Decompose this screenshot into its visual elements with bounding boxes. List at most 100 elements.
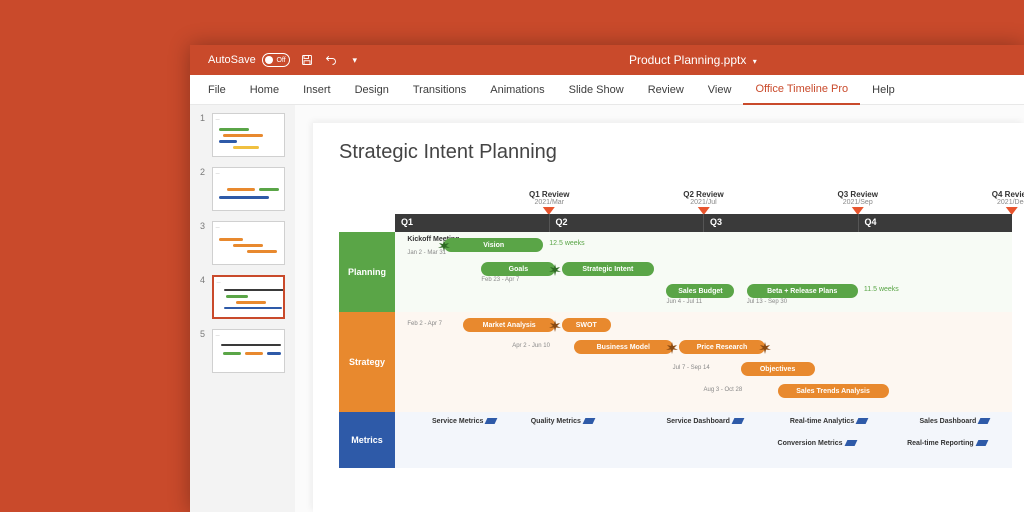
- tab-review[interactable]: Review: [636, 75, 696, 105]
- date-range: Feb 23 - Apr 7: [481, 277, 519, 283]
- slide-thumbnail[interactable]: —: [212, 167, 285, 211]
- tab-design[interactable]: Design: [343, 75, 401, 105]
- task-bar[interactable]: Market Analysis: [463, 318, 556, 332]
- thumb-number: 5: [200, 329, 206, 339]
- qat-dropdown-icon[interactable]: ▾: [348, 53, 362, 67]
- toggle-state: Off: [276, 57, 285, 64]
- undo-icon[interactable]: [324, 53, 338, 67]
- swimlane-label: Planning: [339, 232, 395, 312]
- quarter-cell: Q4: [859, 214, 1013, 232]
- date-range: Apr 2 - Jun 10: [512, 343, 550, 349]
- tab-animations[interactable]: Animations: [478, 75, 556, 105]
- swimlane-planning: Planning Kickoff Meeting Vision 12.5 wee…: [339, 232, 1012, 312]
- metric-item: Service Metrics: [432, 418, 496, 425]
- timeline: Q1 Review 2021/Mar Q2 Review 2021/Jul Q3…: [339, 190, 1012, 468]
- metric-item: Real-time Analytics: [790, 418, 867, 425]
- burst-icon: [549, 319, 561, 331]
- thumb-number: 1: [200, 113, 206, 123]
- autosave-label: AutoSave: [208, 54, 256, 66]
- review-date: 2021/Mar: [529, 199, 569, 206]
- review-date: 2021/Jul: [683, 199, 723, 206]
- slide-canvas[interactable]: Strategic Intent Planning Q1 Review 2021…: [313, 123, 1024, 512]
- review-marker: Q2 Review 2021/Jul: [683, 190, 723, 215]
- date-range: Jan 2 - Mar 31: [407, 250, 446, 256]
- review-date: 2021/Sep: [838, 199, 878, 206]
- title-dropdown-icon[interactable]: ▾: [753, 57, 757, 66]
- swimlane-label: Metrics: [339, 412, 395, 468]
- task-bar[interactable]: Sales Trends Analysis: [778, 384, 889, 398]
- slide-thumbnail[interactable]: —: [212, 329, 285, 373]
- task-bar[interactable]: Beta + Release Plans: [747, 284, 858, 298]
- review-marker: Q1 Review 2021/Mar: [529, 190, 569, 215]
- thumb-number: 3: [200, 221, 206, 231]
- document-title: Product Planning.pptx ▾: [362, 53, 1024, 67]
- task-bar[interactable]: Goals: [481, 262, 555, 276]
- task-bar[interactable]: SWOT: [562, 318, 611, 332]
- review-label: Q4 Review: [992, 190, 1024, 199]
- tab-help[interactable]: Help: [860, 75, 907, 105]
- swimlane-strategy: Strategy Feb 2 - Apr 7 Market Analysis S…: [339, 312, 1012, 412]
- date-range: Feb 2 - Apr 7: [407, 321, 442, 327]
- review-label: Q3 Review: [838, 190, 878, 199]
- tab-file[interactable]: File: [196, 75, 238, 105]
- metric-item: Quality Metrics: [531, 418, 594, 425]
- toggle-knob: [265, 56, 273, 64]
- tick-icon: [978, 418, 991, 424]
- ribbon-tabs: File Home Insert Design Transitions Anim…: [190, 75, 1024, 105]
- app-window: AutoSave Off ▾ Product Planning.pptx ▾ F…: [190, 45, 1024, 512]
- burst-icon: [759, 341, 771, 353]
- slide-editor[interactable]: Strategic Intent Planning Q1 Review 2021…: [295, 105, 1024, 512]
- quarter-cell: Q1: [395, 214, 550, 232]
- metric-item: Sales Dashboard: [919, 418, 989, 425]
- tab-insert[interactable]: Insert: [291, 75, 343, 105]
- tick-icon: [975, 440, 988, 446]
- tab-home[interactable]: Home: [238, 75, 291, 105]
- task-bar[interactable]: Sales Budget: [666, 284, 734, 298]
- review-label: Q1 Review: [529, 190, 569, 199]
- workspace: 1 — 2 — 3 — 4: [190, 105, 1024, 512]
- metric-item: Conversion Metrics: [778, 440, 856, 447]
- tick-icon: [731, 418, 744, 424]
- titlebar: AutoSave Off ▾ Product Planning.pptx ▾: [190, 45, 1024, 75]
- burst-icon: [666, 341, 678, 353]
- swimlane-label: Strategy: [339, 312, 395, 412]
- tab-slide-show[interactable]: Slide Show: [557, 75, 636, 105]
- review-date: 2021/Dec: [992, 199, 1024, 206]
- task-bar[interactable]: Objectives: [741, 362, 815, 376]
- task-bar[interactable]: Vision: [444, 238, 543, 252]
- quarter-cell: Q3: [704, 214, 859, 232]
- metric-item: Service Dashboard: [666, 418, 742, 425]
- tick-icon: [844, 440, 857, 446]
- autosave-control[interactable]: AutoSave Off: [208, 53, 290, 67]
- thumb-number: 2: [200, 167, 206, 177]
- metric-item: Real-time Reporting: [907, 440, 987, 447]
- save-icon[interactable]: [300, 53, 314, 67]
- tab-office-timeline-pro[interactable]: Office Timeline Pro: [743, 75, 860, 105]
- review-label: Q2 Review: [683, 190, 723, 199]
- slide-title: Strategic Intent Planning: [339, 141, 1012, 164]
- tick-icon: [583, 418, 596, 424]
- task-bar[interactable]: Strategic Intent: [562, 262, 655, 276]
- tab-view[interactable]: View: [696, 75, 744, 105]
- quarter-cell: Q2: [550, 214, 705, 232]
- autosave-toggle[interactable]: Off: [262, 53, 290, 67]
- date-range: Jun 4 - Jul 11: [666, 299, 702, 305]
- filename-text: Product Planning.pptx: [629, 53, 746, 67]
- slide-thumbnail[interactable]: —: [212, 275, 285, 319]
- quarter-header: Q1 Q2 Q3 Q4: [339, 214, 1012, 232]
- tab-transitions[interactable]: Transitions: [401, 75, 478, 105]
- task-bar[interactable]: Price Research: [679, 340, 765, 354]
- swimlane-metrics: Metrics Service Metrics Quality Metrics …: [339, 412, 1012, 468]
- tick-icon: [485, 418, 498, 424]
- date-range: Aug 3 - Oct 28: [704, 387, 743, 393]
- slide-thumbnails-panel: 1 — 2 — 3 — 4: [190, 105, 295, 512]
- thumb-number: 4: [200, 275, 206, 285]
- burst-icon: [549, 263, 561, 275]
- duration-label: 11.5 weeks: [864, 286, 899, 293]
- slide-thumbnail[interactable]: —: [212, 113, 285, 157]
- date-range: Jul 13 - Sep 30: [747, 299, 787, 305]
- duration-label: 12.5 weeks: [549, 240, 584, 247]
- task-bar[interactable]: Business Model: [574, 340, 673, 354]
- slide-thumbnail[interactable]: —: [212, 221, 285, 265]
- date-range: Jul 7 - Sep 14: [673, 365, 710, 371]
